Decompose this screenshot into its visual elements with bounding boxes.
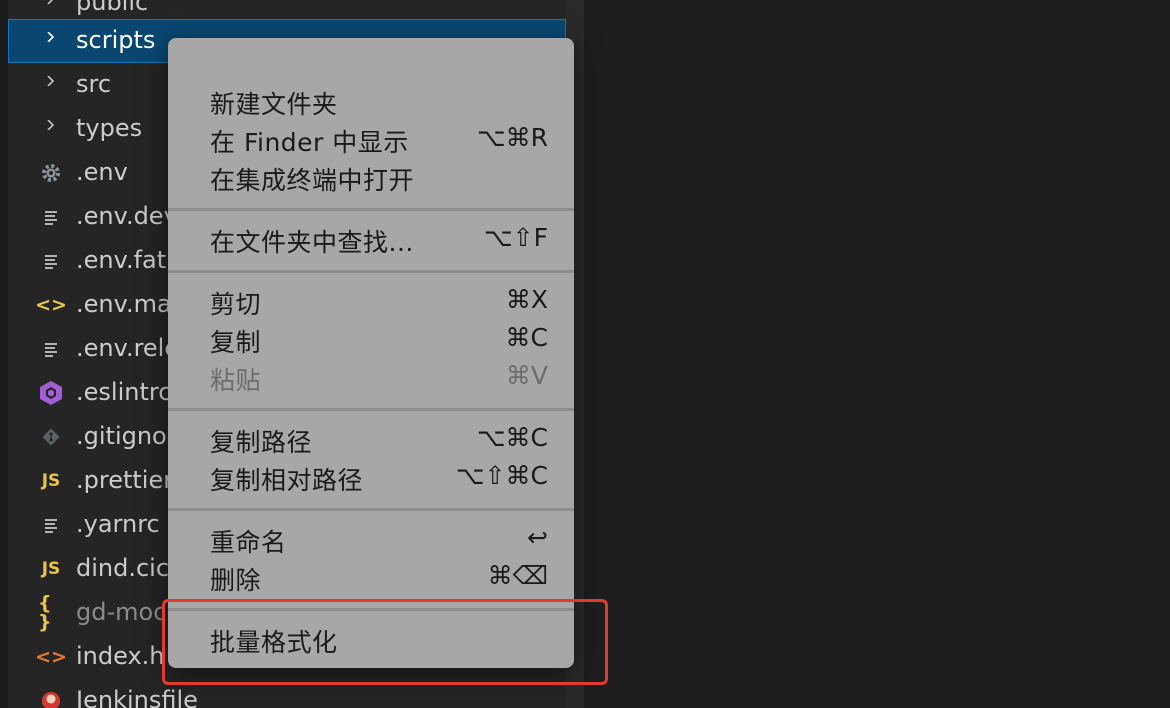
menu-separator bbox=[168, 270, 574, 273]
menu-item-reveal-in-finder[interactable]: 在 Finder 中显示 ⌥⌘R bbox=[168, 120, 574, 158]
gear-icon bbox=[38, 160, 64, 186]
tree-item-label: .env.rele bbox=[76, 334, 180, 362]
menu-item-label: 在集成终端中打开 bbox=[210, 166, 415, 195]
menu-item-label: 剪切 bbox=[210, 290, 262, 319]
menu-item-new-folder[interactable]: 新建文件夹 bbox=[168, 82, 574, 120]
chevron-right-icon bbox=[47, 76, 55, 86]
jenkins-icon bbox=[38, 688, 64, 708]
tree-item-label: src bbox=[76, 70, 112, 98]
html-file-icon: <> bbox=[35, 645, 67, 668]
menu-item-open-in-terminal[interactable]: 在集成终端中打开 bbox=[168, 158, 574, 196]
tree-item-label: Jenkinsfile bbox=[76, 686, 198, 708]
text-file-icon bbox=[38, 204, 64, 230]
code-file-icon: <> bbox=[35, 293, 67, 316]
json-file-icon: { } bbox=[38, 592, 52, 633]
text-file-icon bbox=[38, 336, 64, 362]
tree-item-label: index.h bbox=[76, 642, 165, 670]
left-gutter bbox=[0, 0, 8, 708]
menu-item-label: 粘贴 bbox=[210, 366, 262, 395]
menu-item-label: 在 Finder 中显示 bbox=[210, 128, 409, 157]
tree-item-label: types bbox=[76, 114, 143, 142]
menu-item-paste: 粘贴 ⌘V bbox=[168, 358, 574, 396]
menu-item-shortcut: ⌥⇧F bbox=[483, 223, 548, 252]
menu-item-shortcut: ↩ bbox=[527, 523, 548, 552]
menu-item-find-in-folder[interactable]: 在文件夹中查找... ⌥⇧F bbox=[168, 220, 574, 258]
tree-item-label: .eslintrc bbox=[76, 378, 172, 406]
git-icon bbox=[38, 424, 64, 450]
menu-item-shortcut: ⌥⌘C bbox=[476, 423, 548, 452]
menu-item-shortcut: ⌘V bbox=[505, 361, 548, 390]
tree-item-label: .env.dev bbox=[76, 202, 178, 230]
menu-item-rename[interactable]: 重命名 ↩ bbox=[168, 520, 574, 558]
tree-item-label: .gitigno bbox=[76, 422, 167, 450]
menu-item-label: 复制相对路径 bbox=[210, 466, 364, 495]
menu-item-delete[interactable]: 删除 ⌘⌫ bbox=[168, 558, 574, 596]
tree-item-label: .env.ma bbox=[76, 290, 172, 318]
menu-item-copy-path[interactable]: 复制路径 ⌥⌘C bbox=[168, 420, 574, 458]
tree-item-label: dind.cic bbox=[76, 554, 170, 582]
menu-item-label: 复制 bbox=[210, 328, 262, 357]
annotation-highlight-box bbox=[162, 599, 608, 685]
menu-item-copy-relative-path[interactable]: 复制相对路径 ⌥⇧⌘C bbox=[168, 458, 574, 496]
menu-item-label: 重命名 bbox=[210, 528, 287, 557]
chevron-right-icon bbox=[47, 0, 54, 4]
menu-item-label: 在文件夹中查找... bbox=[210, 228, 414, 257]
menu-separator bbox=[168, 208, 574, 211]
context-menu: 新建文件夹 在 Finder 中显示 ⌥⌘R 在集成终端中打开 在文件夹中查找.… bbox=[168, 38, 574, 668]
menu-item-cut[interactable]: 剪切 ⌘X bbox=[168, 282, 574, 320]
editor-area bbox=[584, 0, 1170, 708]
menu-separator bbox=[168, 408, 574, 411]
menu-item-copy[interactable]: 复制 ⌘C bbox=[168, 320, 574, 358]
menu-item-label: 复制路径 bbox=[210, 428, 313, 457]
js-file-icon: JS bbox=[41, 470, 61, 491]
tree-item-label: public bbox=[76, 0, 149, 16]
js-file-icon: JS bbox=[41, 558, 61, 579]
menu-item-label: 新建文件夹 bbox=[210, 90, 338, 119]
tree-item-label: .prettier bbox=[76, 466, 174, 494]
menu-item-label: 删除 bbox=[210, 566, 262, 595]
menu-item-shortcut: ⌘X bbox=[505, 285, 548, 314]
tree-item-label: gd-moc bbox=[76, 598, 167, 626]
chevron-right-icon bbox=[47, 32, 55, 42]
menu-item-shortcut: ⌥⇧⌘C bbox=[455, 461, 548, 490]
tree-item-label: scripts bbox=[76, 26, 156, 54]
text-file-icon bbox=[38, 512, 64, 538]
tree-item-label: .yarnrc bbox=[76, 510, 160, 538]
tree-item-label: .env bbox=[76, 158, 128, 186]
chevron-right-icon bbox=[47, 120, 55, 130]
menu-separator bbox=[168, 508, 574, 511]
eslint-icon bbox=[38, 380, 64, 406]
text-file-icon bbox=[38, 248, 64, 274]
menu-item-shortcut: ⌥⌘R bbox=[476, 123, 548, 152]
tree-item-label: .env.fat bbox=[76, 246, 167, 274]
menu-item-shortcut: ⌘⌫ bbox=[487, 561, 548, 590]
menu-item-shortcut: ⌘C bbox=[505, 323, 548, 352]
